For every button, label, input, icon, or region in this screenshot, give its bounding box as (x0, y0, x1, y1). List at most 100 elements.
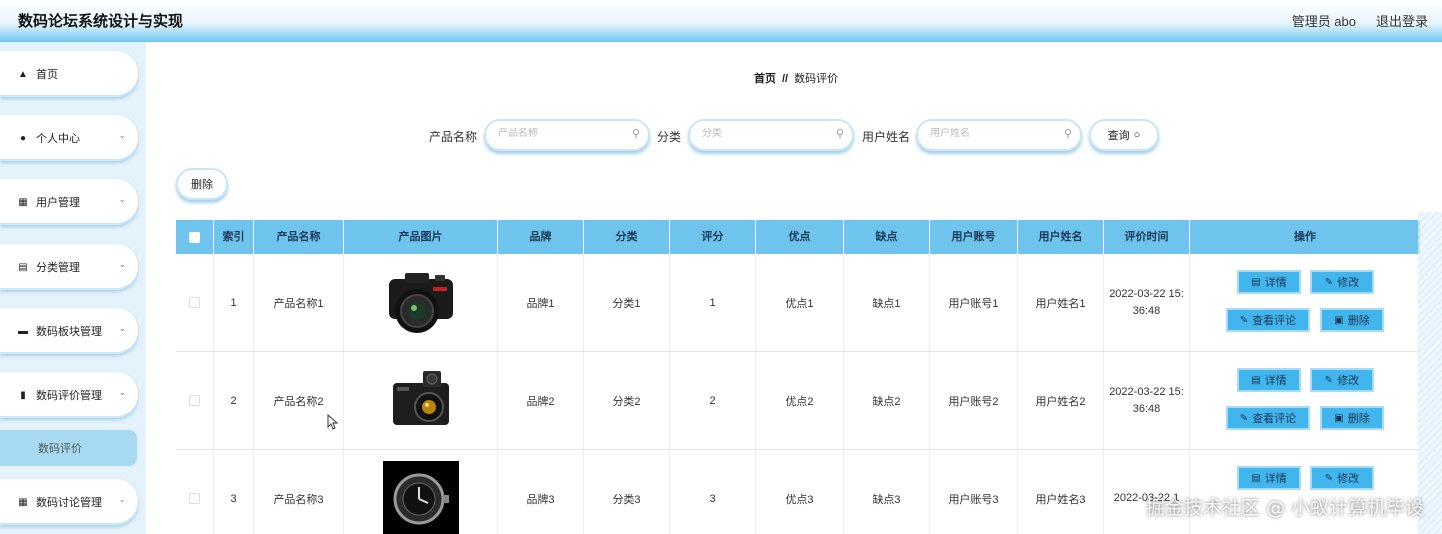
header-pros: 优点 (756, 220, 844, 254)
sidebar-item-discussion-management[interactable]: ▦ 数码讨论管理 ⌄ (0, 479, 138, 525)
view-comments-label: 查看评论 (1252, 413, 1297, 425)
delete-label: 删除 (1347, 315, 1370, 327)
detail-label: 详情 (1264, 375, 1287, 387)
select-all-cell (176, 220, 214, 254)
header-rating: 评分 (670, 220, 756, 254)
header-username: 用户姓名 (1018, 220, 1104, 254)
edit-label: 修改 (1337, 473, 1360, 485)
bars-icon: ▤ (18, 261, 28, 273)
sidebar-item-label: 数码板块管理 (36, 326, 102, 338)
user-name-input[interactable] (930, 128, 1050, 139)
edit-button[interactable]: ✎ 修改 (1310, 466, 1374, 490)
edit-button[interactable]: ✎ 修改 (1310, 368, 1374, 392)
header-brand: 品牌 (498, 220, 584, 254)
sidebar-item-label: 分类管理 (36, 262, 80, 274)
table-row: 2 产品名称2 品牌2 分类2 2 优点2 缺点2 用户账号2 用户姓名2 20… (176, 352, 1420, 450)
row-checkbox[interactable] (189, 297, 200, 308)
header-review-time: 评价时间 (1104, 220, 1190, 254)
document-icon: ▤ (1251, 276, 1261, 288)
pencil-icon: ✎ (1324, 374, 1334, 386)
cell-product-name: 产品名称2 (254, 352, 344, 449)
header-account: 用户账号 (930, 220, 1018, 254)
row-checkbox[interactable] (189, 395, 200, 406)
sidebar-subitem-review[interactable]: 数码评价 (0, 430, 137, 466)
cell-cons: 缺点1 (844, 254, 930, 351)
breadcrumb-home[interactable]: 首页 (754, 73, 776, 85)
header-category: 分类 (584, 220, 670, 254)
row-delete-button[interactable]: ▣ 删除 (1320, 406, 1384, 430)
delete-button[interactable]: 删除 (176, 168, 228, 200)
cell-review-time: 2022-03-22 15:36:48 (1104, 352, 1190, 449)
watch-image (382, 460, 459, 534)
chevron-down-icon: ⌄ (118, 494, 126, 504)
chevron-down-icon: ⌄ (118, 259, 126, 269)
sidebar: ▲ 首页 ● 个人中心 ⌄ ▦ 用户管理 ⌄ ▤ 分类管理 ⌄ ▬ 数码板块管理… (0, 42, 146, 534)
product-name-search[interactable]: ⚲ (484, 119, 650, 151)
cell-username: 用户姓名3 (1018, 450, 1104, 534)
header-product-image: 产品图片 (344, 220, 498, 254)
table-header: 索引 产品名称 产品图片 品牌 分类 评分 优点 缺点 用户账号 用户姓名 评价… (176, 220, 1420, 254)
camera-dslr-image (388, 272, 453, 333)
mouse-cursor-icon (327, 414, 339, 430)
main-content: 首页 // 数码评价 产品名称 ⚲ 分类 ⚲ 用户姓名 ⚲ 查询 ○ 删除 索引 产… (146, 42, 1442, 534)
view-comments-button[interactable]: ✎ 查看评论 (1226, 406, 1310, 430)
cell-account: 用户账号1 (930, 254, 1018, 351)
grid-icon: ▦ (18, 196, 28, 208)
user-name-search[interactable]: ⚲ (916, 119, 1082, 151)
app-title: 数码论坛系统设计与实现 (18, 13, 184, 30)
document-icon: ▤ (1251, 472, 1261, 484)
cell-actions: ▤ 详情 ✎ 修改 ✎ 查看评论 ▣ 删除 (1190, 352, 1420, 449)
cell-category: 分类3 (584, 450, 670, 534)
search-icon: ○ (1133, 129, 1141, 141)
logout-link[interactable]: 退出登录 (1376, 11, 1428, 30)
view-comments-button[interactable]: ✎ 查看评论 (1226, 308, 1310, 332)
cell-username: 用户姓名2 (1018, 352, 1104, 449)
header-cons: 缺点 (844, 220, 930, 254)
cell-product-image (344, 450, 498, 534)
sidebar-item-label: 数码讨论管理 (36, 497, 102, 509)
detail-button[interactable]: ▤ 详情 (1237, 270, 1301, 294)
cell-pros: 优点3 (756, 450, 844, 534)
cell-brand: 品牌2 (498, 352, 584, 449)
pencil-icon: ✎ (1324, 472, 1334, 484)
query-button[interactable]: 查询 ○ (1089, 119, 1159, 151)
sidebar-item-board-management[interactable]: ▬ 数码板块管理 ⌄ (0, 308, 138, 354)
user-name-label: 用户姓名 (862, 130, 911, 144)
watermark-text: 掘金技术社区 @ 小蚁计算机毕设 (1145, 497, 1424, 519)
category-search[interactable]: ⚲ (688, 119, 854, 151)
pencil-icon: ✎ (1239, 412, 1249, 424)
category-input[interactable] (702, 128, 822, 139)
pencil-icon: ✎ (1324, 276, 1334, 288)
detail-button[interactable]: ▤ 详情 (1237, 466, 1301, 490)
cell-pros: 优点2 (756, 352, 844, 449)
sidebar-item-label: 用户管理 (36, 197, 80, 209)
sidebar-item-category-management[interactable]: ▤ 分类管理 ⌄ (0, 244, 138, 290)
top-header: 数码论坛系统设计与实现 管理员 abo 退出登录 (0, 0, 1442, 42)
row-checkbox[interactable] (189, 493, 200, 504)
cell-product-image (344, 352, 498, 449)
cell-index: 1 (214, 254, 254, 351)
sidebar-item-personal-center[interactable]: ● 个人中心 ⌄ (0, 115, 138, 161)
sidebar-item-label: 首页 (36, 69, 58, 81)
cell-pros: 优点1 (756, 254, 844, 351)
search-icon: ⚲ (631, 128, 640, 140)
sidebar-item-home[interactable]: ▲ 首页 (0, 51, 138, 97)
query-button-label: 查询 (1107, 130, 1130, 142)
sidebar-item-user-management[interactable]: ▦ 用户管理 ⌄ (0, 179, 138, 225)
camera-compact-image (392, 370, 449, 425)
sidebar-item-label: 个人中心 (36, 133, 80, 145)
review-time-text: 2022-03-22 15:36:48 (1109, 287, 1184, 317)
table-row: 3 产品名称3 品牌3 分类3 3 优点3 缺点3 用户账号3 用户姓名3 20… (176, 450, 1420, 534)
sidebar-item-review-management[interactable]: ▮ 数码评价管理 ⌄ (0, 372, 138, 418)
product-name-input[interactable] (498, 128, 618, 139)
detail-button[interactable]: ▤ 详情 (1237, 368, 1301, 392)
detail-label: 详情 (1264, 473, 1287, 485)
cell-cons: 缺点3 (844, 450, 930, 534)
cell-username: 用户姓名1 (1018, 254, 1104, 351)
edit-button[interactable]: ✎ 修改 (1310, 270, 1374, 294)
pencil-icon: ✎ (1239, 314, 1249, 326)
header-actions: 操作 (1294, 231, 1316, 243)
edit-label: 修改 (1337, 375, 1360, 387)
select-all-checkbox[interactable] (189, 231, 200, 243)
row-delete-button[interactable]: ▣ 删除 (1320, 308, 1384, 332)
